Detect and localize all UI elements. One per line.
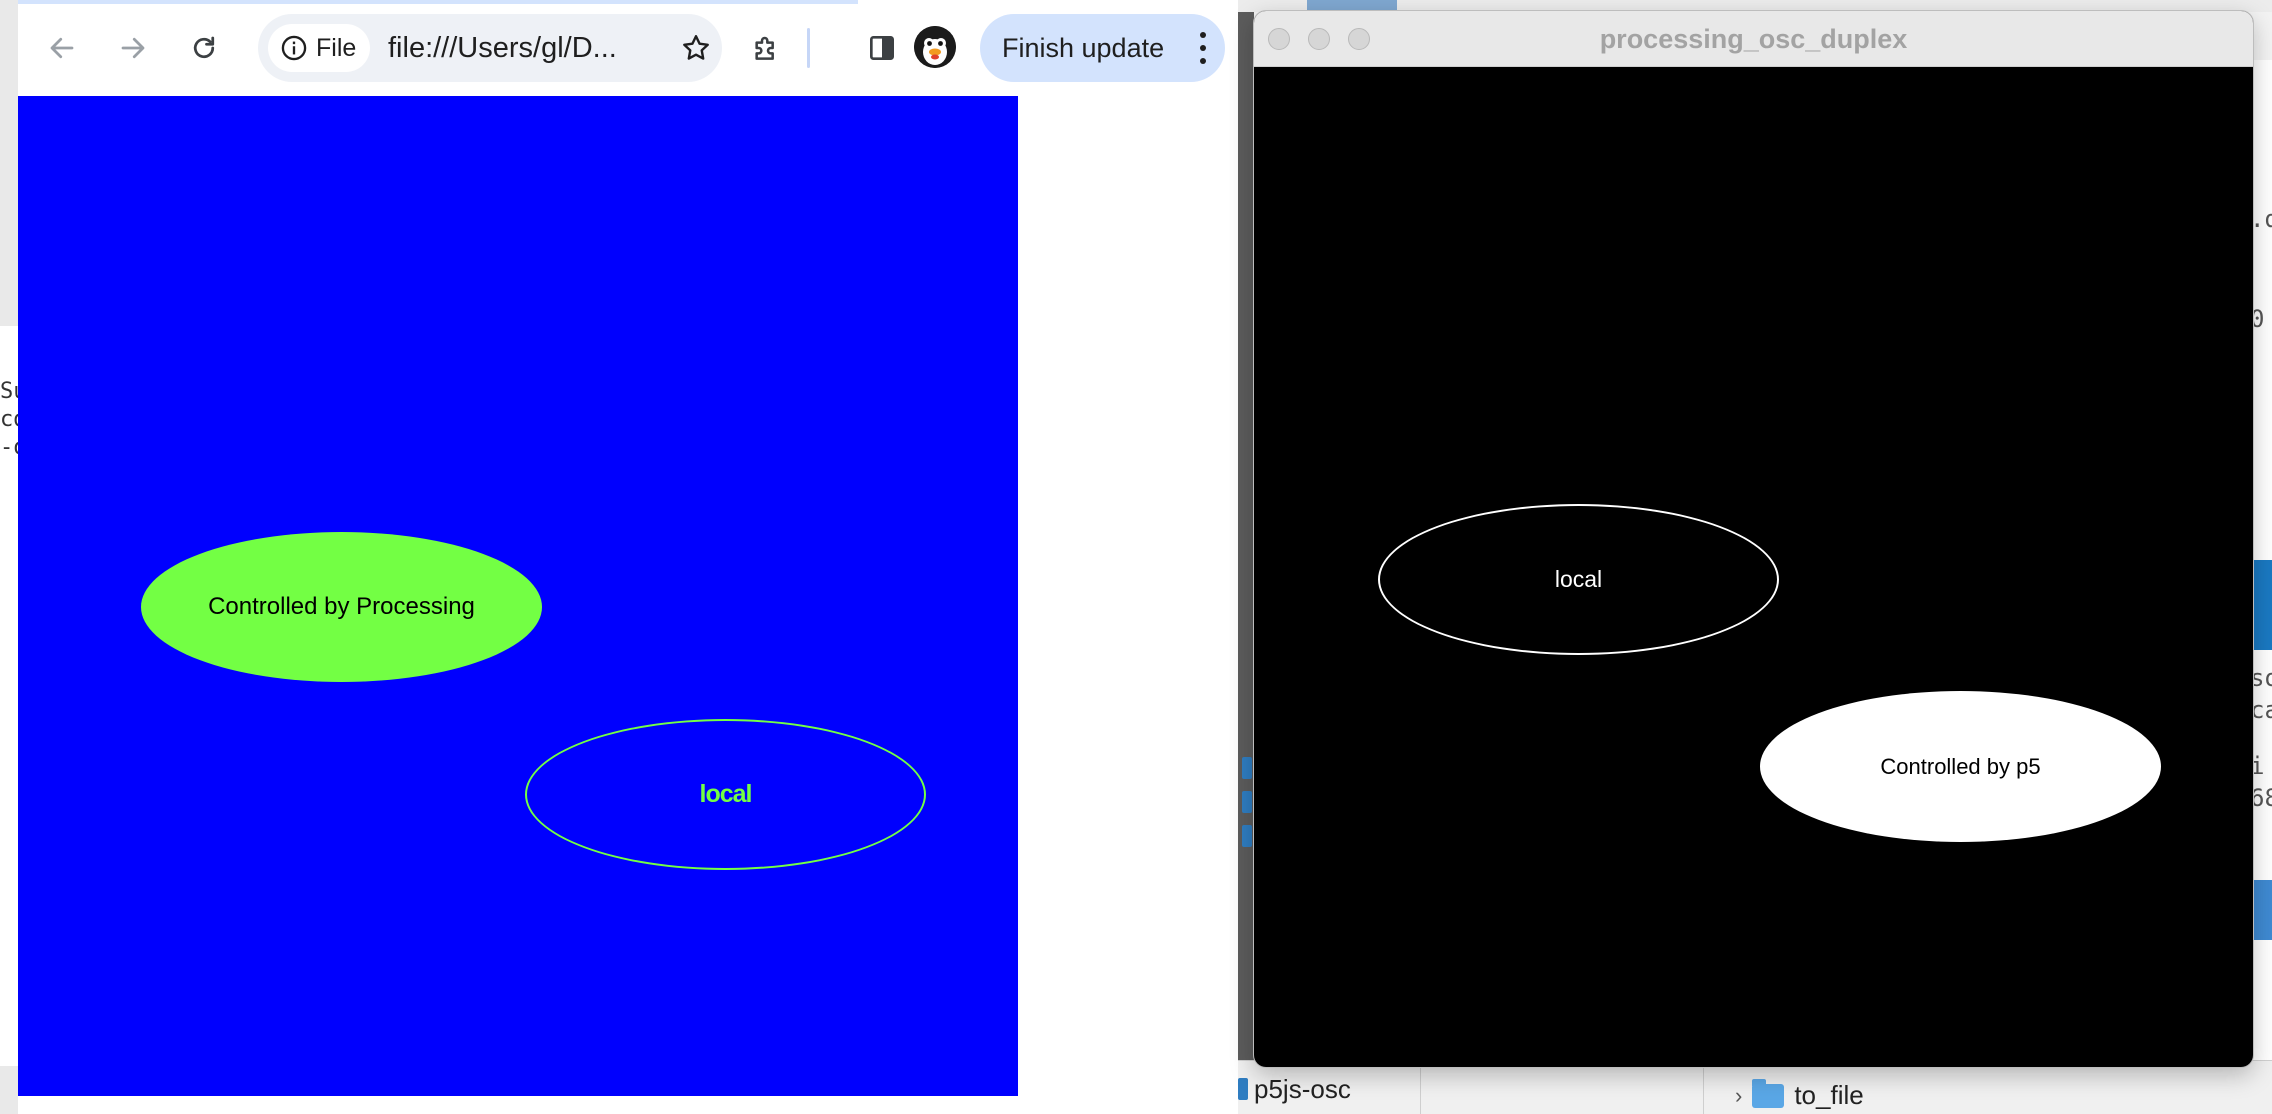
info-icon bbox=[281, 35, 307, 61]
file-icon bbox=[1242, 757, 1252, 779]
toolbar-divider bbox=[807, 28, 810, 68]
background-selection bbox=[2252, 880, 2272, 940]
reload-button[interactable] bbox=[178, 22, 230, 74]
tab-strip-edge bbox=[18, 0, 858, 4]
local-ellipse[interactable]: local bbox=[1378, 504, 1779, 655]
side-panel-button[interactable] bbox=[856, 22, 908, 74]
p5-canvas[interactable]: Controlled by Processing local bbox=[18, 96, 1018, 1096]
site-info-chip[interactable]: File bbox=[268, 24, 371, 72]
finish-update-label: Finish update bbox=[1002, 32, 1165, 63]
file-icon bbox=[1242, 791, 1252, 813]
side-panel-icon bbox=[870, 36, 894, 60]
divider bbox=[1703, 1060, 1704, 1114]
bookmark-button[interactable] bbox=[672, 24, 720, 72]
background-code-text: 0 bbox=[2250, 305, 2265, 333]
reload-icon bbox=[193, 36, 215, 59]
background-code-text: so ca bbox=[2250, 664, 2272, 724]
chevron-right-icon: › bbox=[1735, 1082, 1743, 1108]
divider bbox=[1420, 1060, 1421, 1114]
browser-toolbar: File file:///Users/gl/D... Finish update bbox=[18, 0, 1238, 96]
puzzle-icon bbox=[755, 36, 774, 60]
remote-ellipse[interactable]: Controlled by p5 bbox=[1760, 691, 2161, 842]
background-file-icons bbox=[1238, 745, 1254, 847]
folder-item-label: to_file bbox=[1794, 1080, 1864, 1110]
sidebar-item-p5js-osc[interactable]: p5js-osc bbox=[1238, 1072, 1418, 1106]
browser-window: File file:///Users/gl/D... Finish update… bbox=[18, 0, 1238, 1114]
remote-ellipse-label: Controlled by Processing bbox=[208, 593, 475, 620]
address-bar[interactable]: File file:///Users/gl/D... bbox=[258, 14, 722, 82]
site-info-label: File bbox=[316, 33, 357, 62]
background-terminal-text: Su cd -o bbox=[0, 379, 18, 460]
background-code-text: .d bbox=[2250, 205, 2272, 233]
background-column bbox=[1238, 12, 1254, 1114]
penguin-avatar-icon bbox=[914, 26, 956, 68]
file-icon bbox=[1238, 1078, 1248, 1100]
local-ellipse-label: local bbox=[1554, 566, 1603, 592]
background-selection bbox=[2252, 560, 2272, 650]
file-icon bbox=[1242, 825, 1252, 847]
forward-arrow-icon bbox=[121, 37, 145, 59]
extensions-button[interactable] bbox=[740, 22, 792, 74]
folder-item-to-file[interactable]: › to_file bbox=[1735, 1078, 1864, 1111]
url-text[interactable]: file:///Users/gl/D... bbox=[388, 14, 673, 82]
processing-sketch-window: processing_osc_duplex local Controlled b… bbox=[1254, 11, 2253, 1067]
profile-avatar[interactable] bbox=[914, 26, 956, 68]
local-ellipse-label: local bbox=[699, 780, 753, 808]
kebab-menu-icon[interactable] bbox=[1199, 32, 1207, 64]
remote-ellipse[interactable]: Controlled by Processing bbox=[141, 532, 542, 682]
folder-icon bbox=[1752, 1078, 1785, 1108]
back-arrow-icon bbox=[50, 37, 74, 59]
sidebar-item-label: p5js-osc bbox=[1254, 1073, 1351, 1104]
finish-update-button[interactable]: Finish update bbox=[980, 14, 1225, 82]
local-ellipse[interactable]: local bbox=[525, 719, 926, 870]
back-button[interactable] bbox=[36, 22, 88, 74]
background-code-text: i 68 bbox=[2250, 752, 2272, 812]
window-title: processing_osc_duplex bbox=[1599, 24, 1908, 54]
forward-button[interactable] bbox=[107, 22, 159, 74]
star-icon bbox=[683, 35, 709, 60]
window-titlebar[interactable]: processing_osc_duplex bbox=[1254, 11, 2253, 67]
remote-ellipse-label: Controlled by p5 bbox=[1880, 753, 2041, 779]
